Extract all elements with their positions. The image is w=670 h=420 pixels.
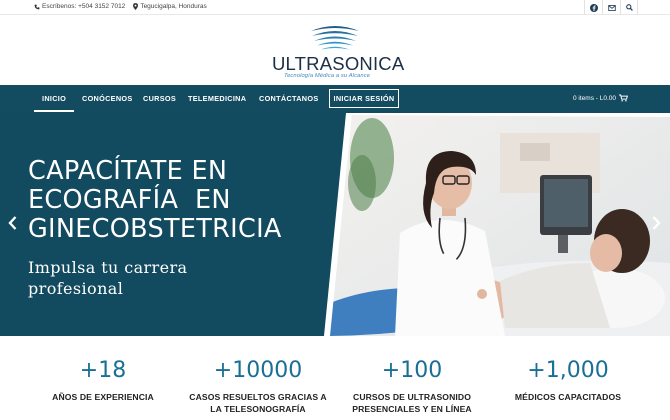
search-icon xyxy=(625,4,633,11)
phone-icon xyxy=(34,4,40,9)
hero-subtitle: Impulsa tu carrera profesional xyxy=(28,257,288,299)
logo-brand-text: ULTRASONICA xyxy=(272,53,405,74)
nav-item-inicio[interactable]: INICIO xyxy=(42,94,66,103)
mail-button[interactable] xyxy=(602,0,620,15)
nav-active-indicator xyxy=(34,110,74,112)
hero-slider: CAPACÍTATE EN ECOGRAFÍA EN GINECOBSTETRI… xyxy=(0,113,670,336)
stat-experience: +18 AÑOS DE EXPERIENCIA xyxy=(23,358,183,403)
facebook-button[interactable] xyxy=(584,0,602,15)
stat-label-line: LA TELESONOGRAFÍA xyxy=(210,404,306,414)
logo-tagline: Tecnología Médica a su Alcance xyxy=(284,73,371,79)
facebook-icon xyxy=(589,3,598,12)
slider-prev-button[interactable] xyxy=(4,213,20,233)
chevron-left-icon xyxy=(7,216,16,230)
nav-item-contactanos[interactable]: CONTÁCTANOS xyxy=(259,94,319,103)
stat-label-line: MÉDICOS CAPACITADOS xyxy=(514,392,622,402)
stat-label: AÑOS DE EXPERIENCIA xyxy=(23,391,183,403)
nav-item-telemedicina[interactable]: TELEMEDICINA xyxy=(188,94,246,103)
location-text: Tegucigalpa, Honduras xyxy=(140,3,207,10)
phone-contact[interactable]: Escríbenos: +504 3152 7012 xyxy=(34,3,125,10)
stat-number: +18 xyxy=(79,358,127,383)
phone-text: Escríbenos: +504 3152 7012 xyxy=(42,3,126,10)
stat-cases: +10000 CASOS RESUELTOS GRACIAS A LA TELE… xyxy=(178,358,338,415)
stat-label: CURSOS DE ULTRASONIDO PRESENCIALES Y EN … xyxy=(332,391,492,415)
slider-next-button[interactable] xyxy=(648,213,664,233)
cart-link[interactable]: 0 items - L0.00 xyxy=(573,94,628,102)
cart-icon xyxy=(619,94,628,102)
stat-label-line: PRESENCIALES Y EN LÍNEA xyxy=(352,404,472,414)
stat-courses: +100 CURSOS DE ULTRASONIDO PRESENCIALES … xyxy=(332,358,492,415)
hero-subtitle-line: Impulsa tu carrera xyxy=(28,258,188,277)
social-links xyxy=(584,0,638,15)
site-header: ULTRASONICA Tecnología Médica a su Alcan… xyxy=(0,15,670,85)
main-navigation: INICIO CONÓCENOS CURSOS TELEMEDICINA CON… xyxy=(0,85,670,113)
top-bar: Escríbenos: +504 3152 7012 Tegucigalpa, … xyxy=(0,0,670,15)
stat-number: +100 xyxy=(381,358,443,383)
nav-item-conocenos[interactable]: CONÓCENOS xyxy=(82,94,133,103)
logo-waves-icon xyxy=(311,26,359,50)
stat-label-line: AÑOS DE EXPERIENCIA xyxy=(52,392,154,402)
location-contact: Tegucigalpa, Honduras xyxy=(133,3,207,10)
hero-title: CAPACÍTATE EN ECOGRAFÍA EN GINECOBSTETRI… xyxy=(28,157,338,244)
login-button[interactable]: INICIAR SESIÓN xyxy=(329,89,399,108)
hero-title-line: ECOGRAFÍA EN xyxy=(28,185,231,215)
search-button[interactable] xyxy=(620,0,638,15)
contact-info: Escríbenos: +504 3152 7012 Tegucigalpa, … xyxy=(34,3,207,10)
stat-label-line: CURSOS DE ULTRASONIDO xyxy=(353,392,471,402)
hero-title-line: CAPACÍTATE EN xyxy=(28,156,228,186)
stat-number: +1,000 xyxy=(527,358,609,383)
stat-number: +10000 xyxy=(213,358,303,383)
stat-label: CASOS RESUELTOS GRACIAS A LA TELESONOGRA… xyxy=(178,391,338,415)
stat-label-line: CASOS RESUELTOS GRACIAS A xyxy=(189,392,327,402)
stat-label: MÉDICOS CAPACITADOS xyxy=(488,391,648,403)
hero-subtitle-line: profesional xyxy=(28,279,124,298)
cart-summary: 0 items - L0.00 xyxy=(573,94,616,102)
stat-doctors: +1,000 MÉDICOS CAPACITADOS xyxy=(488,358,648,403)
site-logo[interactable]: ULTRASONICA Tecnología Médica a su Alcan… xyxy=(272,24,405,80)
hero-title-line: GINECOBSTETRICIA xyxy=(28,214,282,244)
stats-section: +18 AÑOS DE EXPERIENCIA +10000 CASOS RES… xyxy=(0,336,670,420)
chevron-right-icon xyxy=(652,216,661,230)
map-pin-icon xyxy=(133,3,139,10)
nav-item-cursos[interactable]: CURSOS xyxy=(143,94,176,103)
mail-icon xyxy=(607,4,616,11)
